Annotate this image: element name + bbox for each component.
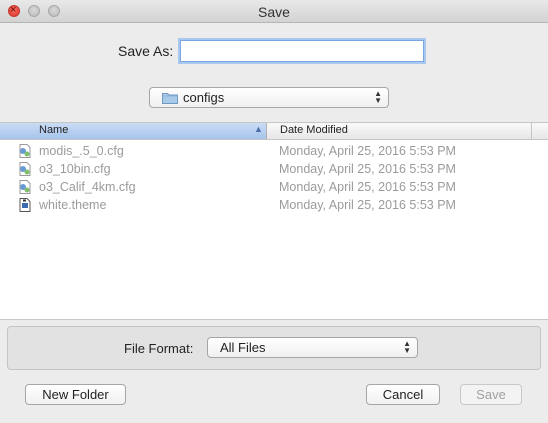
updown-arrows-icon: ▲ ▼ — [403, 339, 411, 355]
file-browser[interactable]: Name ▲ Date Modified modis_.5_0.cfg Mond… — [0, 122, 548, 320]
file-row[interactable]: modis_.5_0.cfg Monday, April 25, 2016 5:… — [0, 142, 548, 160]
file-format-dropdown[interactable]: All Files ▲ ▼ — [207, 337, 418, 358]
file-name: o3_10bin.cfg — [39, 162, 111, 176]
file-date: Monday, April 25, 2016 5:53 PM — [279, 180, 456, 194]
column-name-label: Name — [39, 124, 69, 136]
window-title: Save — [258, 4, 290, 20]
file-format-label: File Format: — [124, 341, 194, 356]
file-date: Monday, April 25, 2016 5:53 PM — [279, 162, 456, 176]
sort-ascending-icon: ▲ — [254, 124, 263, 134]
file-name: o3_Calif_4km.cfg — [39, 180, 136, 194]
save-button[interactable]: Save — [460, 384, 522, 405]
file-date: Monday, April 25, 2016 5:53 PM — [279, 144, 456, 158]
save-as-label: Save As: — [118, 43, 174, 59]
file-name: modis_.5_0.cfg — [39, 144, 124, 158]
cancel-button[interactable]: Cancel — [366, 384, 440, 405]
cfg-file-icon — [19, 144, 31, 158]
column-header-name[interactable]: Name ▲ — [0, 123, 267, 139]
file-row[interactable]: o3_10bin.cfg Monday, April 25, 2016 5:53… — [0, 160, 548, 178]
updown-arrows-icon: ▲ ▼ — [374, 89, 382, 105]
new-folder-button[interactable]: New Folder — [25, 384, 126, 405]
file-name: white.theme — [39, 198, 107, 212]
save-as-input[interactable] — [180, 40, 424, 62]
title-bar: Save — [0, 0, 548, 23]
file-row[interactable]: white.theme Monday, April 25, 2016 5:53 … — [0, 196, 548, 214]
cfg-file-icon — [19, 162, 31, 176]
location-dropdown[interactable]: configs ▲ ▼ — [149, 87, 389, 108]
column-divider — [531, 123, 532, 139]
file-format-value: All Files — [220, 340, 266, 355]
file-date: Monday, April 25, 2016 5:53 PM — [279, 198, 456, 212]
folder-icon — [162, 93, 178, 104]
column-header-row: Name ▲ Date Modified — [0, 123, 548, 140]
file-row[interactable]: o3_Calif_4km.cfg Monday, April 25, 2016 … — [0, 178, 548, 196]
column-header-date-modified[interactable]: Date Modified — [280, 124, 348, 136]
theme-file-icon — [19, 198, 31, 212]
location-folder-name: configs — [183, 90, 225, 105]
cfg-file-icon — [19, 180, 31, 194]
